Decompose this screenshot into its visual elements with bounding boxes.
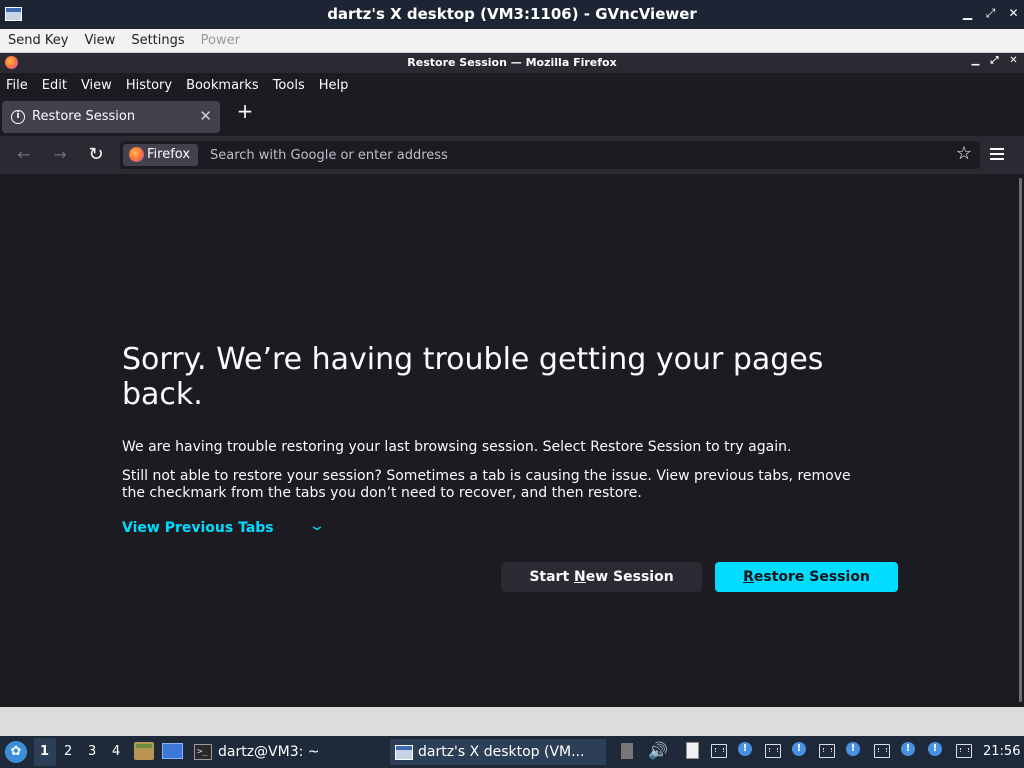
page-title: Sorry. We’re having trouble getting your… (122, 342, 824, 412)
vnc-titlebar: dartz's X desktop (VM3:1106) - GVncViewe… (0, 0, 1024, 29)
tab-strip: i Restore Session ✕ (0, 98, 1024, 136)
urlbar[interactable]: Firefox ☆ (120, 141, 980, 169)
menu-power[interactable]: Power (193, 33, 248, 48)
info-icon: i (11, 110, 25, 124)
minimize-icon[interactable]: ▁ (956, 6, 979, 21)
firefox-titlebar: Restore Session — Mozilla Firefox ▁ ⤢ ✕ (0, 53, 1024, 73)
workspace-3[interactable]: 3 (88, 744, 96, 759)
file-manager-icon[interactable] (134, 742, 154, 760)
show-desktop-icon[interactable] (162, 743, 183, 759)
menu-tools[interactable]: Tools (273, 78, 305, 93)
network-icon[interactable] (765, 744, 781, 758)
menu-file[interactable]: File (6, 78, 28, 93)
menu-send-key[interactable]: Send Key (0, 33, 76, 48)
volume-icon[interactable]: 🔊 (648, 741, 668, 760)
eject-icon[interactable] (621, 743, 633, 759)
vnc-icon (395, 744, 413, 760)
workspace-2[interactable]: 2 (64, 744, 72, 759)
start-new-session-button[interactable]: Start New Session (501, 562, 702, 592)
firefox-menubar: File Edit View History Bookmarks Tools H… (0, 73, 1024, 98)
tab-label: Restore Session (32, 109, 136, 124)
address-input[interactable] (210, 145, 810, 165)
new-tab-button[interactable]: + (236, 101, 254, 121)
menu-view[interactable]: View (76, 33, 123, 48)
network-icon[interactable] (711, 744, 727, 758)
bookmark-star-icon[interactable]: ☆ (956, 143, 972, 164)
notification-icon[interactable]: ! (846, 742, 860, 756)
taskbar-item-vnc[interactable]: dartz's X desktop (VM... (390, 739, 606, 765)
taskbar-item-terminal[interactable]: >_ dartz@VM3: ~ (194, 739, 374, 765)
reload-button[interactable]: ↻ (85, 144, 107, 166)
clock[interactable]: 21:56 (983, 744, 1020, 759)
minimize-icon[interactable]: ▁ (966, 55, 985, 66)
back-button[interactable]: ← (13, 144, 35, 166)
vnc-menubar: Send Key View Settings Power (0, 29, 1024, 53)
close-icon[interactable]: ✕ (1004, 55, 1023, 66)
workspace-4[interactable]: 4 (112, 744, 120, 759)
identity-box[interactable]: Firefox (123, 144, 199, 166)
terminal-icon: >_ (194, 744, 212, 760)
menu-settings[interactable]: Settings (123, 33, 192, 48)
error-help-text: Still not able to restore your session? … (122, 468, 851, 501)
app-menu-icon[interactable] (990, 145, 1008, 165)
network-icon[interactable] (819, 744, 835, 758)
remote-desktop: Restore Session — Mozilla Firefox ▁ ⤢ ✕ … (0, 53, 1024, 768)
firefox-window-title: Restore Session — Mozilla Firefox (407, 56, 617, 69)
taskbar-item-label: dartz's X desktop (VM... (418, 744, 585, 760)
firefox-logo-icon (129, 147, 144, 162)
notification-icon[interactable]: ! (792, 742, 806, 756)
menu-edit[interactable]: Edit (42, 78, 67, 93)
menu-help[interactable]: Help (319, 78, 349, 93)
notification-icon[interactable]: ! (738, 742, 752, 756)
start-menu-icon[interactable]: ✿ (5, 741, 27, 763)
scrollbar[interactable] (1019, 178, 1022, 702)
notification-icon[interactable]: ! (901, 742, 915, 756)
page-content: Sorry. We’re having trouble getting your… (0, 174, 1024, 707)
workspace-1[interactable]: 1 (40, 744, 49, 759)
tab-close-icon[interactable]: ✕ (199, 107, 212, 125)
close-icon[interactable]: ✕ (1002, 6, 1024, 21)
error-description: We are having trouble restoring your las… (122, 439, 792, 455)
network-icon[interactable] (956, 744, 972, 758)
chevron-down-icon[interactable]: ⌄ (308, 518, 326, 534)
menu-bookmarks[interactable]: Bookmarks (186, 78, 259, 93)
clipboard-icon[interactable] (686, 742, 699, 759)
restore-icon[interactable]: ⤢ (979, 6, 1002, 21)
forward-button[interactable]: → (49, 144, 71, 166)
vnc-window-title: dartz's X desktop (VM3:1106) - GVncViewe… (327, 5, 697, 23)
taskbar-item-label: dartz@VM3: ~ (218, 744, 320, 760)
restore-session-button[interactable]: Restore Session (715, 562, 898, 592)
restore-icon[interactable]: ⤢ (985, 55, 1004, 66)
taskbar: ✿ 1 2 3 4 >_ dartz@VM3: ~ dartz's X desk… (0, 736, 1024, 768)
menu-view[interactable]: View (81, 78, 112, 93)
network-icon[interactable] (874, 744, 890, 758)
tab-restore-session[interactable]: i Restore Session ✕ (2, 101, 220, 133)
identity-label: Firefox (147, 147, 191, 162)
notification-icon[interactable]: ! (928, 742, 942, 756)
view-previous-tabs-link[interactable]: View Previous Tabs (122, 520, 274, 536)
navigation-toolbar: ← → ↻ Firefox ☆ (0, 136, 1024, 174)
menu-history[interactable]: History (126, 78, 172, 93)
